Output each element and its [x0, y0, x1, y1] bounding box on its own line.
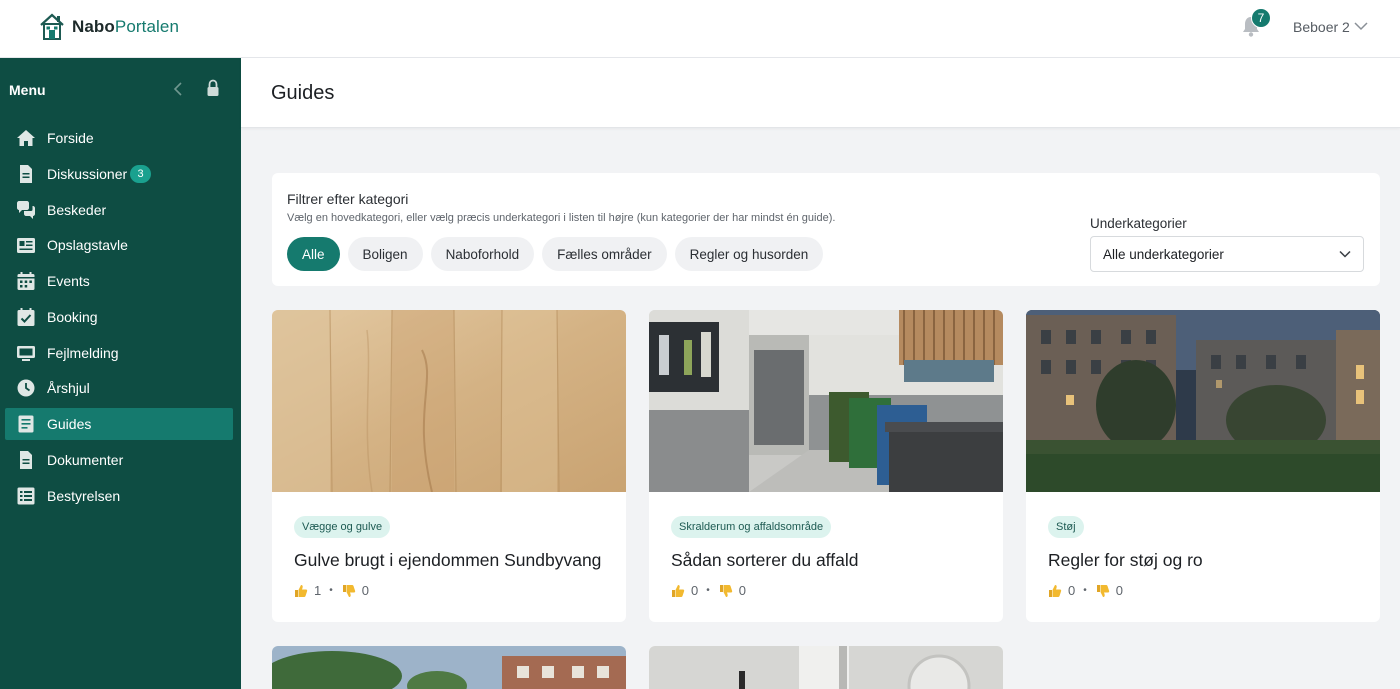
- home-icon: [17, 130, 35, 146]
- sidebar-item-diskussioner[interactable]: Diskussioner 3: [5, 158, 233, 190]
- top-bar: NaboPortalen 7 Beboer 2: [0, 0, 1400, 58]
- guide-card-partial[interactable]: [272, 646, 626, 689]
- calendar-icon: [17, 272, 35, 290]
- category-pill-faelles-omraader[interactable]: Fælles områder: [542, 237, 667, 271]
- user-menu[interactable]: Beboer 2: [1293, 19, 1350, 35]
- calendar-check-icon: [17, 307, 35, 326]
- document-icon: [20, 450, 32, 469]
- sidebar-item-arshjul[interactable]: Årshjul: [5, 372, 233, 404]
- filter-title: Filtrer efter kategori: [287, 191, 409, 207]
- subcategory-select[interactable]: Alle underkategorier: [1090, 236, 1364, 272]
- guide-card[interactable]: Skralderum og affaldsområde Sådan sorter…: [649, 310, 1003, 622]
- sidebar-item-events[interactable]: Events: [5, 265, 233, 297]
- dislike-count: 0: [738, 583, 746, 598]
- guide-image-wood-floor: [272, 310, 626, 492]
- page-header: Guides: [241, 58, 1400, 128]
- lock-icon[interactable]: [206, 79, 220, 97]
- guide-reactions: 0 • 0: [671, 583, 754, 598]
- guide-title[interactable]: Regler for støj og ro: [1048, 550, 1203, 571]
- guide-title[interactable]: Sådan sorterer du affald: [671, 550, 858, 571]
- thumbs-down-icon[interactable]: [1096, 584, 1110, 598]
- page-title: Guides: [271, 82, 335, 104]
- brand-name: NaboPortalen: [72, 17, 180, 36]
- separator-dot: •: [1083, 585, 1087, 596]
- guide-image-partial: [272, 646, 626, 689]
- menu-title: Menu: [9, 82, 46, 98]
- guide-card[interactable]: Støj Regler for støj og ro 0 • 0: [1026, 310, 1380, 622]
- category-pill-alle[interactable]: Alle: [287, 237, 340, 271]
- chevron-left-icon[interactable]: [172, 81, 184, 97]
- guide-tag[interactable]: Vægge og gulve: [294, 516, 391, 538]
- sidebar-item-bestyrelsen[interactable]: Bestyrelsen: [5, 480, 233, 512]
- sidebar-item-beskeder[interactable]: Beskeder: [5, 194, 233, 226]
- sidebar-item-fejlmelding[interactable]: Fejlmelding: [5, 337, 233, 369]
- dislike-count: 0: [361, 583, 369, 598]
- category-pill-regler-og-husorden[interactable]: Regler og husorden: [674, 237, 824, 271]
- thumbs-up-icon[interactable]: [1048, 584, 1062, 598]
- guide-image-partial: [649, 646, 1003, 689]
- guide-card-partial[interactable]: [649, 646, 1003, 689]
- subcategory-label: Underkategorier: [1090, 216, 1187, 231]
- document-icon: [20, 164, 32, 183]
- sidebar-item-guides[interactable]: Guides: [5, 408, 233, 440]
- category-pill-boligen[interactable]: Boligen: [347, 237, 423, 271]
- chat-icon: [17, 200, 35, 219]
- like-count: 0: [691, 583, 699, 598]
- monitor-icon: [17, 345, 35, 361]
- separator-dot: •: [329, 585, 333, 596]
- sidebar-item-opslagstavle[interactable]: Opslagstavle: [5, 229, 233, 261]
- guide-title[interactable]: Gulve brugt i ejendommen Sundbyvang: [294, 550, 601, 571]
- guide-icon: [18, 415, 34, 433]
- thumbs-down-icon[interactable]: [342, 584, 356, 598]
- separator-dot: •: [706, 585, 710, 596]
- guide-image-waste-room: [649, 310, 1003, 492]
- category-pills: Alle Boligen Naboforhold Fælles områder …: [287, 237, 831, 271]
- guide-reactions: 1 • 0: [294, 583, 377, 598]
- filter-description: Vælg en hovedkategori, eller vælg præcis…: [287, 212, 836, 224]
- category-pill-naboforhold[interactable]: Naboforhold: [430, 237, 535, 271]
- subcategory-select-value: Alle underkategorier: [1103, 247, 1224, 262]
- dislike-count: 0: [1115, 583, 1123, 598]
- sidebar: Menu Forside Diskussioner 3 Beskeder Ops…: [0, 58, 241, 689]
- board-icon: [17, 238, 35, 254]
- guide-reactions: 0 • 0: [1048, 583, 1131, 598]
- notification-badge: 7: [1251, 8, 1271, 28]
- sidebar-nav: Forside Diskussioner 3 Beskeder Opslagst…: [5, 122, 233, 515]
- discussions-badge: 3: [130, 164, 151, 183]
- thumbs-up-icon[interactable]: [671, 584, 685, 598]
- guide-card[interactable]: Vægge og gulve Gulve brugt i ejendommen …: [272, 310, 626, 622]
- thumbs-up-icon[interactable]: [294, 584, 308, 598]
- sidebar-item-dokumenter[interactable]: Dokumenter: [5, 444, 233, 476]
- chevron-down-icon: [1339, 250, 1351, 258]
- thumbs-down-icon[interactable]: [719, 584, 733, 598]
- guide-image-courtyard-evening: [1026, 310, 1380, 492]
- house-logo-icon: [40, 13, 64, 40]
- list-icon: [17, 487, 35, 504]
- sidebar-item-booking[interactable]: Booking: [5, 301, 233, 333]
- guide-tag[interactable]: Skralderum og affaldsområde: [671, 516, 832, 538]
- like-count: 0: [1068, 583, 1076, 598]
- chevron-down-icon[interactable]: [1354, 21, 1368, 31]
- clock-icon: [17, 379, 35, 397]
- guide-tag[interactable]: Støj: [1048, 516, 1084, 538]
- like-count: 1: [314, 583, 322, 598]
- sidebar-item-forside[interactable]: Forside: [5, 122, 233, 154]
- category-filter-panel: Filtrer efter kategori Vælg en hovedkate…: [272, 173, 1380, 286]
- brand-logo[interactable]: NaboPortalen: [38, 12, 179, 42]
